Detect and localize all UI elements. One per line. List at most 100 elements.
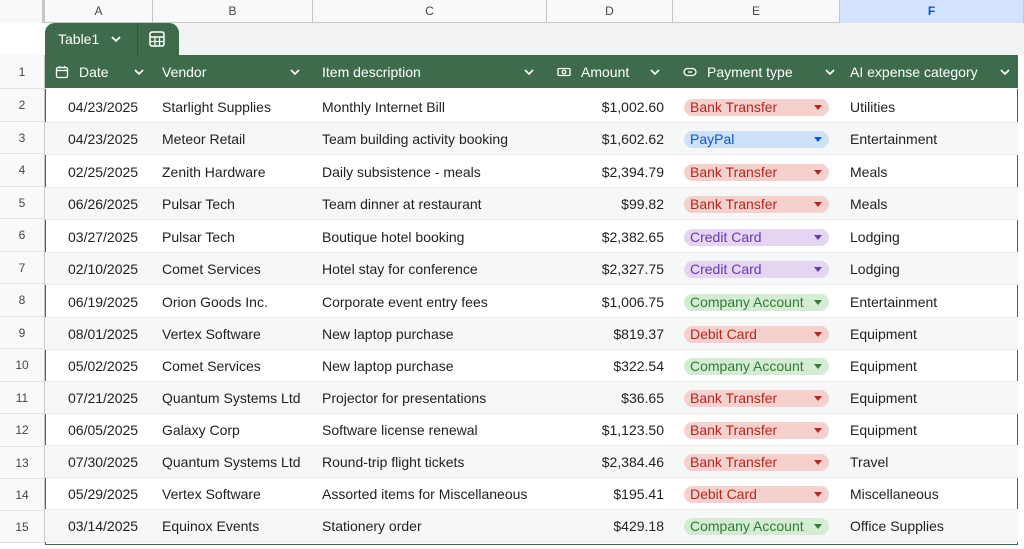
cell-item[interactable]: Daily subsistence - meals <box>322 156 552 188</box>
column-header-b[interactable]: B <box>153 0 313 23</box>
cell-category[interactable]: Meals <box>850 188 1010 220</box>
cell-item[interactable]: New laptop purchase <box>322 350 552 382</box>
row-number[interactable]: 3 <box>0 122 45 154</box>
payment-type-chip[interactable]: Bank Transfer <box>684 422 829 439</box>
cell-amount[interactable]: $1,123.50 <box>553 414 664 446</box>
cell-amount[interactable]: $99.82 <box>553 188 664 220</box>
payment-type-chip[interactable]: Bank Transfer <box>684 196 829 213</box>
cell-item[interactable]: New laptop purchase <box>322 318 552 350</box>
header-date[interactable]: Date <box>55 55 153 88</box>
payment-type-chip[interactable]: Debit Card <box>684 486 829 503</box>
cell-vendor[interactable]: Comet Services <box>162 253 312 285</box>
chevron-down-icon[interactable] <box>133 66 145 78</box>
select-all-corner[interactable] <box>0 0 45 23</box>
row-number[interactable]: 8 <box>0 284 45 317</box>
column-header-a[interactable]: A <box>45 0 153 23</box>
column-header-e[interactable]: E <box>673 0 840 23</box>
header-item-description[interactable]: Item description <box>322 55 547 88</box>
row-number[interactable]: 12 <box>0 414 45 447</box>
cell-item[interactable]: Round-trip flight tickets <box>322 446 552 478</box>
row-number[interactable]: 14 <box>0 479 45 511</box>
row-number[interactable]: 5 <box>0 187 45 219</box>
cell-amount[interactable]: $2,394.79 <box>553 156 664 188</box>
cell-amount[interactable]: $1,002.60 <box>553 91 664 123</box>
cell-item[interactable]: Projector for presentations <box>322 382 552 414</box>
cell-item[interactable]: Assorted items for Miscellaneous <box>322 478 552 510</box>
payment-type-chip[interactable]: Credit Card <box>684 261 829 278</box>
cell-category[interactable]: Lodging <box>850 221 1010 253</box>
cell-date[interactable]: 07/30/2025 <box>68 446 158 478</box>
cell-category[interactable]: Lodging <box>850 253 1010 285</box>
cell-date[interactable]: 04/23/2025 <box>68 123 158 155</box>
cell-date[interactable]: 04/23/2025 <box>68 91 158 123</box>
cell-category[interactable]: Equipment <box>850 414 1010 446</box>
cell-amount[interactable]: $2,327.75 <box>553 253 664 285</box>
chevron-down-icon[interactable] <box>999 66 1011 78</box>
column-header-c[interactable]: C <box>313 0 547 23</box>
cell-category[interactable]: Office Supplies <box>850 510 1010 542</box>
row-number[interactable]: 1 <box>0 55 45 89</box>
cell-amount[interactable]: $2,384.46 <box>553 446 664 478</box>
cell-date[interactable]: 03/27/2025 <box>68 221 158 253</box>
cell-category[interactable]: Equipment <box>850 350 1010 382</box>
cell-date[interactable]: 03/14/2025 <box>68 510 158 542</box>
cell-item[interactable]: Team building activity booking <box>322 123 552 155</box>
header-payment-type[interactable]: Payment type <box>683 55 840 88</box>
chevron-down-icon[interactable] <box>523 66 535 78</box>
chevron-down-icon[interactable] <box>109 32 123 46</box>
cell-vendor[interactable]: Starlight Supplies <box>162 91 312 123</box>
cell-item[interactable]: Software license renewal <box>322 414 552 446</box>
cell-vendor[interactable]: Galaxy Corp <box>162 414 312 446</box>
cell-amount[interactable]: $322.54 <box>553 350 664 382</box>
row-number[interactable]: 2 <box>0 89 45 122</box>
payment-type-chip[interactable]: PayPal <box>684 131 829 148</box>
cell-vendor[interactable]: Meteor Retail <box>162 123 312 155</box>
payment-type-chip[interactable]: Bank Transfer <box>684 390 829 407</box>
cell-item[interactable]: Monthly Internet Bill <box>322 91 552 123</box>
payment-type-chip[interactable]: Company Account <box>684 294 829 311</box>
cell-amount[interactable]: $36.65 <box>553 382 664 414</box>
cell-item[interactable]: Boutique hotel booking <box>322 221 552 253</box>
row-number[interactable]: 7 <box>0 252 45 284</box>
cell-vendor[interactable]: Zenith Hardware <box>162 156 312 188</box>
payment-type-chip[interactable]: Credit Card <box>684 229 829 246</box>
cell-date[interactable]: 05/02/2025 <box>68 350 158 382</box>
cell-category[interactable]: Entertainment <box>850 286 1010 318</box>
cell-item[interactable]: Team dinner at restaurant <box>322 188 552 220</box>
chevron-down-icon[interactable] <box>649 66 661 78</box>
cell-category[interactable]: Travel <box>850 446 1010 478</box>
cell-vendor[interactable]: Pulsar Tech <box>162 188 312 220</box>
cell-amount[interactable]: $429.18 <box>553 510 664 542</box>
payment-type-chip[interactable]: Debit Card <box>684 326 829 343</box>
payment-type-chip[interactable]: Bank Transfer <box>684 99 829 116</box>
column-header-f[interactable]: F <box>840 0 1024 23</box>
cell-amount[interactable]: $195.41 <box>553 478 664 510</box>
cell-category[interactable]: Equipment <box>850 318 1010 350</box>
row-number[interactable]: 15 <box>0 511 45 543</box>
cell-date[interactable]: 06/05/2025 <box>68 414 158 446</box>
cell-category[interactable]: Entertainment <box>850 123 1010 155</box>
cell-date[interactable]: 02/10/2025 <box>68 253 158 285</box>
cell-category[interactable]: Miscellaneous <box>850 478 1010 510</box>
cell-date[interactable]: 06/19/2025 <box>68 286 158 318</box>
payment-type-chip[interactable]: Bank Transfer <box>684 164 829 181</box>
payment-type-chip[interactable]: Bank Transfer <box>684 454 829 471</box>
cell-item[interactable]: Stationery order <box>322 510 552 542</box>
cell-item[interactable]: Corporate event entry fees <box>322 286 552 318</box>
chevron-down-icon[interactable] <box>289 66 301 78</box>
cell-vendor[interactable]: Equinox Events <box>162 510 312 542</box>
table-name-tab[interactable]: Table1 <box>45 23 179 55</box>
cell-vendor[interactable]: Pulsar Tech <box>162 221 312 253</box>
cell-amount[interactable]: $1,006.75 <box>553 286 664 318</box>
row-number[interactable]: 13 <box>0 447 45 479</box>
header-vendor[interactable]: Vendor <box>162 55 312 88</box>
payment-type-chip[interactable]: Company Account <box>684 358 829 375</box>
cell-category[interactable]: Equipment <box>850 382 1010 414</box>
cell-vendor[interactable]: Vertex Software <box>162 478 312 510</box>
cell-amount[interactable]: $2,382.65 <box>553 221 664 253</box>
row-number[interactable]: 4 <box>0 154 45 187</box>
calculator-icon[interactable] <box>148 30 166 48</box>
cell-date[interactable]: 07/21/2025 <box>68 382 158 414</box>
cell-category[interactable]: Utilities <box>850 91 1010 123</box>
cell-vendor[interactable]: Vertex Software <box>162 318 312 350</box>
